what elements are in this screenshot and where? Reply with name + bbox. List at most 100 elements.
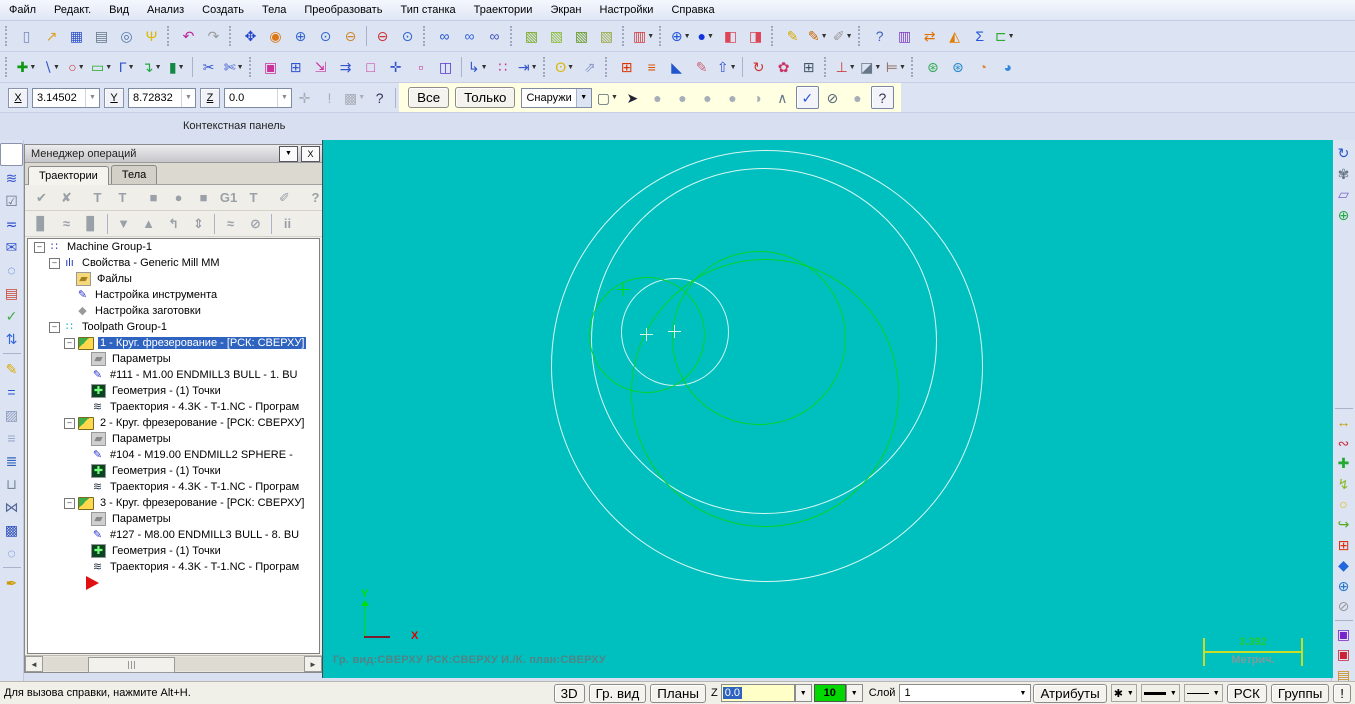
section-box-button[interactable]: ◧ xyxy=(719,25,742,48)
chevron-down-icon[interactable]: ▼ xyxy=(155,64,162,71)
tree-item[interactable]: ▰ Параметры xyxy=(28,511,319,527)
pan-button[interactable]: ✥ xyxy=(239,25,262,48)
select-only-button[interactable]: Только xyxy=(455,87,516,108)
blank-button[interactable]: ∞ xyxy=(483,25,506,48)
analyze-angle-button[interactable]: ◭ xyxy=(943,25,966,48)
chevron-down-icon[interactable]: ▼ xyxy=(1127,690,1134,697)
trap-button[interactable]: Ψ xyxy=(140,25,163,48)
select-help-button[interactable]: ? xyxy=(870,86,894,109)
chevron-down-icon[interactable]: ▼ xyxy=(481,64,488,71)
analyze-dynamic-button[interactable]: ⇄ xyxy=(918,25,941,48)
tree-item[interactable]: ▰ Параметры xyxy=(28,431,319,447)
rsk-wcs-button[interactable]: РСК xyxy=(1226,683,1267,703)
updown-arrows-button[interactable]: ⇅ xyxy=(0,327,23,350)
menu-item-настройки[interactable]: Настройки xyxy=(591,2,663,18)
3d-mode-button[interactable]: 3D xyxy=(553,683,585,703)
chevron-down-icon[interactable]: ▼ xyxy=(1213,690,1220,697)
red-square-button[interactable]: ▣ xyxy=(1332,644,1355,664)
scroll-left-button[interactable]: ◄ xyxy=(25,656,43,672)
tree-item[interactable]: ✚ Геометрия - (1) Точки xyxy=(28,543,319,559)
highlight-button[interactable]: ʘ ▼ xyxy=(553,56,576,79)
tree-expander[interactable]: – xyxy=(49,321,60,333)
circle-yellow-button[interactable]: ○ xyxy=(1332,494,1355,514)
chevron-down-icon[interactable]: ▼ xyxy=(684,33,691,40)
section-box2-button[interactable]: ◨ xyxy=(744,25,767,48)
tree-item[interactable]: ≋ Траектория - 4.3K - T-1.NC - Програм xyxy=(28,559,319,575)
delete-dup-button[interactable]: ✎ ▼ xyxy=(806,25,829,48)
menu-item-тела[interactable]: Тела xyxy=(253,2,295,18)
chevron-down-icon[interactable]: ▼ xyxy=(78,64,85,71)
scroll-thumb[interactable] xyxy=(88,657,175,673)
menu-item-справка[interactable]: Справка xyxy=(662,2,723,18)
tree-item[interactable]: ✎ Настройка инструмента xyxy=(28,287,319,303)
cursor-select-button[interactable]: ➤ xyxy=(621,86,644,109)
tree-item[interactable]: – 2 - Круг. фрезерование - [РСК: СВЕРХУ] xyxy=(28,415,319,431)
repaint-button[interactable]: ∞ xyxy=(433,25,456,48)
chevron-down-icon[interactable]: ▼ xyxy=(874,64,881,71)
open-file-button[interactable]: ↗ xyxy=(40,25,63,48)
create-cylinder-button[interactable]: ▮ ▼ xyxy=(165,56,188,79)
tool-gauge-button[interactable]: ⊨ ▼ xyxy=(884,56,907,79)
chevron-down-icon[interactable]: ▼ xyxy=(105,64,112,71)
hatch-button[interactable]: ▨ xyxy=(0,403,23,426)
create-rect-button[interactable]: ▭ ▼ xyxy=(90,56,113,79)
regen-dirty-button[interactable]: T xyxy=(111,186,134,209)
select-all-ops-button[interactable]: ✔ xyxy=(30,186,53,209)
regen-selected-button[interactable]: T xyxy=(86,186,109,209)
menu-item-файл[interactable]: Файл xyxy=(0,2,45,18)
machine-sim-button[interactable]: ⊞ xyxy=(615,56,638,79)
new-file-button[interactable]: ▯ xyxy=(15,25,38,48)
menu-item-тип-станка[interactable]: Тип станка xyxy=(391,2,464,18)
move-up-button[interactable]: ▲ xyxy=(137,212,160,235)
tree-item[interactable]: ✎ #127 - M8.00 ENDMILL3 BULL - 8. BU xyxy=(28,527,319,543)
backplot-button[interactable]: ■ xyxy=(142,186,165,209)
gview-button[interactable]: ⊕ ▼ xyxy=(669,25,692,48)
break-button[interactable]: ✄ ▼ xyxy=(222,56,245,79)
undo-button[interactable]: ↶ xyxy=(177,25,200,48)
menu-item-преобразовать[interactable]: Преобразовать xyxy=(295,2,391,18)
chevron-down-icon[interactable]: ▼ xyxy=(237,64,244,71)
nesting-button[interactable]: ∷ xyxy=(491,56,514,79)
zoom-in-button[interactable]: ⊕ xyxy=(289,25,312,48)
pencil-attach-button[interactable]: ✎ xyxy=(690,56,713,79)
sail-button[interactable]: ◣ xyxy=(665,56,688,79)
sphere-orange-button[interactable]: ◔ xyxy=(971,56,994,79)
sim-button[interactable]: ■ xyxy=(192,186,215,209)
offset-contour-button[interactable]: ↳ ▼ xyxy=(466,56,489,79)
chevron-down-icon[interactable]: ▼ xyxy=(611,94,618,101)
highfeed-button[interactable]: ✐ xyxy=(273,186,296,209)
pattern-button[interactable]: ▩ xyxy=(0,518,23,541)
level-check-button[interactable]: ☑ xyxy=(0,189,23,212)
regen-button[interactable]: ∞ xyxy=(458,25,481,48)
chevron-down-icon[interactable]: ▼ xyxy=(849,64,856,71)
chevron-down-icon[interactable]: ▼ xyxy=(53,64,60,71)
y-coordinate-input[interactable]: 8.72832 ▼ xyxy=(128,87,196,108)
circle-return-button[interactable]: ↻ xyxy=(1332,143,1355,163)
zoom-target-button[interactable]: ⊖ xyxy=(339,25,362,48)
tree-item[interactable]: ✎ #104 - M19.00 ENDMILL2 SPHERE - xyxy=(28,447,319,463)
menu-item-экран[interactable]: Экран xyxy=(541,2,590,18)
globe-blue-button[interactable]: ⊛ xyxy=(946,56,969,79)
tree-item[interactable]: ◆ Настройка заготовки xyxy=(28,303,319,319)
tool-red-button[interactable]: ⊥ ▼ xyxy=(834,56,857,79)
only-toolpath-button[interactable]: ≈ xyxy=(219,212,242,235)
help-coord-button[interactable]: ? xyxy=(368,86,391,109)
chevron-down-icon[interactable]: ▼ xyxy=(1008,33,1015,40)
tree-item[interactable]: ▰ Параметры xyxy=(28,351,319,367)
xform-translate-button[interactable]: ▣ xyxy=(259,56,282,79)
tree-item[interactable]: ✎ #111 - M1.00 ENDMILL3 BULL - 1. BU xyxy=(28,367,319,383)
insert-position-arrow[interactable] xyxy=(28,575,319,591)
operations-manager-titlebar[interactable]: Менеджер операций ▼ X xyxy=(25,145,322,163)
tree-item[interactable]: ✚ Геометрия - (1) Точки xyxy=(28,383,319,399)
red-grid-button[interactable]: ⊞ xyxy=(1332,535,1355,555)
mail-flag-button[interactable]: ✉ xyxy=(0,235,23,258)
chevron-down-icon[interactable]: ▼ xyxy=(730,64,737,71)
tree-expander[interactable]: – xyxy=(64,497,75,509)
z-coordinate-input[interactable]: 0.0 ▼ xyxy=(224,87,292,108)
chevron-down-icon[interactable]: ▼ xyxy=(358,94,365,101)
zoom-fit-button[interactable]: ⊙ xyxy=(396,25,419,48)
create-polyline-button[interactable]: ↴ ▼ xyxy=(140,56,163,79)
chevron-down-icon[interactable]: ▼ xyxy=(707,33,714,40)
inout-mode-combo[interactable]: Снаружи ▼ xyxy=(521,87,592,108)
xform-rotate-button[interactable]: ▫ xyxy=(409,56,432,79)
